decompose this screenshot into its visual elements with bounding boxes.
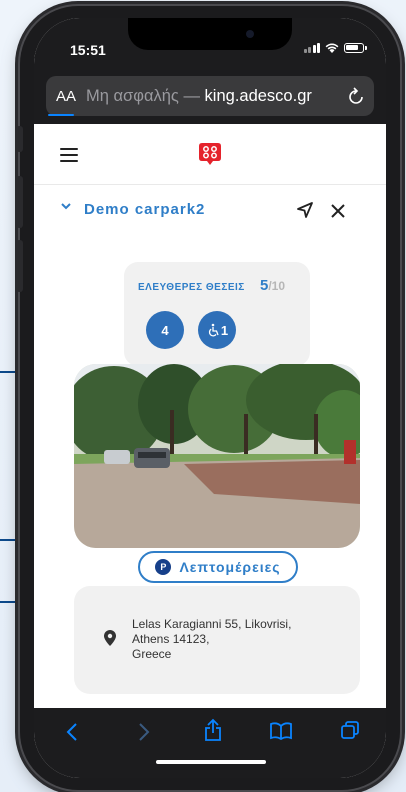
free-spots-label: ΕΛΕΥΘΕΡΕΣ ΘΕΣΕΙΣ [138, 282, 245, 293]
location-pin-icon [104, 630, 116, 646]
forward-icon[interactable] [138, 722, 150, 742]
load-progress [48, 114, 74, 116]
browser-toolbar [34, 708, 386, 778]
free-spots-count: 5/10 [260, 277, 285, 294]
details-label: Λεπτομέρειες [179, 559, 281, 575]
browser-bar: AA Μη ασφαλής — king.adesco.gr [34, 68, 386, 124]
volume-up-button [16, 176, 23, 228]
wifi-icon [325, 43, 339, 53]
mute-switch [16, 126, 23, 152]
reload-icon[interactable] [348, 87, 364, 105]
regular-spots-badge: 4 [146, 311, 184, 349]
address-line-2: Athens 14123, [132, 632, 210, 646]
page-content: Demo carpark2 ΕΛΕΥΘΕΡΕΣ ΘΕΣΕΙΣ 5/10 4 1 … [34, 124, 386, 708]
notch [128, 18, 292, 50]
screen: 15:51 AA Μη ασφαλής — king.adesco.gr Dem… [34, 18, 386, 778]
status-bar: 15:51 [34, 18, 386, 68]
accessible-spots-badge: 1 [198, 311, 236, 349]
address-line-3: Greece [132, 647, 172, 661]
tabs-icon[interactable] [340, 720, 360, 740]
address-card: Lelas Karagianni 55, Likovrisi, Athens 1… [74, 586, 360, 694]
home-indicator[interactable] [156, 760, 266, 764]
carpark-photo [74, 364, 360, 548]
parking-icon: P [155, 559, 172, 575]
url-text[interactable]: Μη ασφαλής — king.adesco.gr [86, 87, 342, 106]
app-header [34, 124, 386, 185]
carpark-title[interactable]: Demo carpark2 [84, 201, 205, 218]
battery-icon [344, 43, 367, 53]
app-logo [199, 143, 221, 165]
free-spots-card: ΕΛΕΥΘΕΡΕΣ ΘΕΣΕΙΣ 5/10 4 1 [124, 262, 310, 366]
share-icon[interactable] [204, 718, 222, 742]
accessible-spots-count: 1 [220, 322, 229, 338]
signal-icon [303, 43, 320, 53]
navigate-icon[interactable] [296, 201, 314, 219]
wheelchair-icon [208, 323, 219, 337]
status-time: 15:51 [70, 42, 106, 58]
menu-icon[interactable] [60, 148, 78, 162]
bookmarks-icon[interactable] [270, 722, 292, 740]
url-domain: king.adesco.gr [204, 86, 312, 105]
back-icon[interactable] [66, 722, 78, 742]
regular-spots-count: 4 [161, 322, 169, 338]
close-icon[interactable] [330, 203, 346, 219]
address-line-1: Lelas Karagianni 55, Likovrisi, [132, 617, 292, 631]
phone-frame: 15:51 AA Μη ασφαλής — king.adesco.gr Dem… [16, 6, 400, 790]
carpark-titlebar: Demo carpark2 [34, 184, 386, 238]
volume-down-button [16, 240, 23, 292]
chevron-down-icon[interactable] [60, 200, 72, 212]
insecure-label: Μη ασφαλής — [86, 86, 200, 105]
url-field[interactable]: AA Μη ασφαλής — king.adesco.gr [46, 76, 374, 116]
total-count: /10 [268, 279, 286, 293]
address-text: Lelas Karagianni 55, Likovrisi, Athens 1… [132, 617, 291, 662]
text-size-button[interactable]: AA [56, 88, 76, 105]
details-button[interactable]: P Λεπτομέρειες [138, 551, 298, 583]
status-icons [303, 43, 367, 53]
